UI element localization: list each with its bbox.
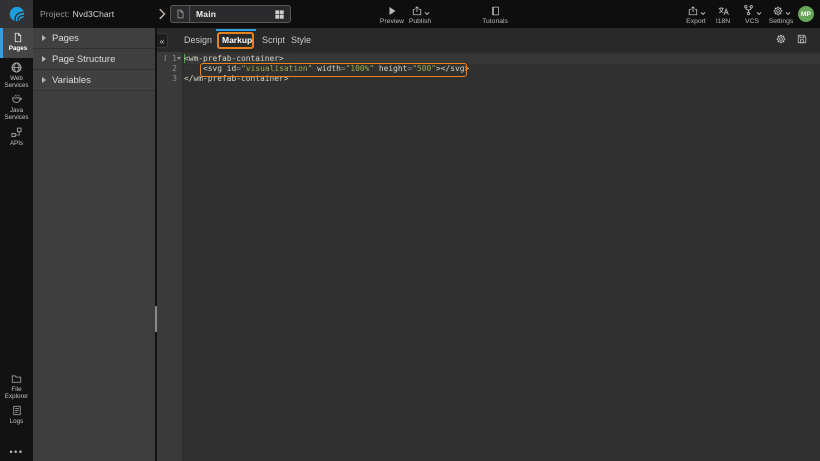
settings-chevron-icon: [785, 11, 791, 16]
rail-item-logs[interactable]: Logs: [0, 404, 33, 430]
code-editor[interactable]: i 1 2 3 <wm-prefab-container> ··· ····<s…: [157, 52, 820, 461]
fold-caret-icon[interactable]: [177, 57, 181, 60]
page-tab-main[interactable]: Main: [170, 5, 291, 23]
rail-label-web-services: Web Services: [2, 76, 32, 89]
export-icon: [687, 5, 699, 17]
project-label: Project: Nvd3Chart: [40, 0, 114, 28]
vcs-chevron-icon: [756, 11, 762, 16]
pages-icon: [12, 31, 24, 44]
code-line-annotation-box: [200, 63, 467, 77]
branch-icon: [742, 4, 755, 17]
settings-label: Settings: [769, 18, 794, 25]
rail-item-apis[interactable]: APIs: [0, 126, 33, 152]
rail-item-file-explorer[interactable]: File Explorer: [0, 373, 33, 403]
settings-button[interactable]: Settings: [766, 0, 796, 28]
tab-script[interactable]: Script: [262, 28, 285, 52]
trailing-whitespace-dots: ··: [469, 64, 483, 73]
preview-label: Preview: [380, 18, 404, 25]
save-button[interactable]: [796, 33, 808, 45]
file-explorer-icon: [10, 373, 23, 385]
export-label: Export: [686, 18, 706, 25]
editor-toolbar: « Design Markup Script Style: [157, 28, 820, 52]
code-token: <wm-prefab-container>: [184, 54, 284, 63]
collapse-panel-button[interactable]: «: [157, 33, 168, 48]
wavemaker-logo-icon: [7, 4, 27, 24]
logs-icon: [11, 404, 23, 417]
rail-label-file-explorer: File Explorer: [2, 387, 32, 400]
translate-icon: [717, 5, 730, 17]
wavemaker-studio: Project: Nvd3Chart Main Preview: [0, 0, 820, 461]
markup-tab-annotation-box: [217, 32, 254, 50]
page-grid-icon[interactable]: [274, 9, 285, 20]
web-services-icon: [10, 61, 23, 74]
project-prefix: Project:: [40, 9, 70, 19]
rail-label-pages: Pages: [9, 46, 28, 53]
editor-pane: « Design Markup Script Style: [157, 28, 820, 461]
save-icon: [796, 33, 808, 45]
export-button[interactable]: Export: [682, 0, 710, 28]
rail-item-java-services[interactable]: Java Services: [0, 93, 33, 123]
tutorials-button[interactable]: Tutorials: [477, 0, 513, 28]
wavemaker-logo[interactable]: [0, 0, 33, 28]
book-icon: [490, 5, 501, 17]
publish-label: Publish: [409, 18, 431, 25]
rail-label-java-services: Java Services: [2, 108, 32, 121]
preview-button[interactable]: Preview: [378, 0, 406, 28]
accordion-variables-label: Variables: [52, 75, 91, 86]
code-line-1: <wm-prefab-container> ···: [184, 54, 303, 64]
trailing-whitespace-dots: ···: [284, 54, 303, 63]
editor-gear-icon: [775, 33, 787, 45]
caret-right-icon: [42, 56, 46, 62]
play-icon: [386, 5, 398, 17]
tab-design[interactable]: Design: [184, 28, 212, 52]
accordion-variables[interactable]: Variables: [33, 70, 155, 91]
rail-item-pages[interactable]: Pages: [0, 28, 33, 58]
vcs-label: VCS: [745, 18, 759, 25]
breadcrumb-chevron-icon: [158, 8, 166, 20]
gear-icon: [772, 5, 784, 17]
caret-right-icon: [42, 77, 46, 83]
line-number-2: 2: [172, 64, 177, 74]
rail-label-logs: Logs: [10, 419, 24, 426]
editor-settings-button[interactable]: [775, 33, 787, 45]
publish-icon: [411, 5, 423, 17]
user-avatar[interactable]: MP: [798, 6, 814, 22]
tutorials-label: Tutorials: [482, 18, 508, 25]
accordion-page-structure[interactable]: Page Structure: [33, 49, 155, 70]
page-tab-label: Main: [196, 9, 216, 19]
publish-button[interactable]: Publish: [405, 0, 435, 28]
java-services-icon: [10, 93, 24, 106]
editor-gutter: i 1 2 3: [157, 52, 183, 461]
rail-item-web-services[interactable]: Web Services: [0, 61, 33, 91]
rail-label-apis: APIs: [10, 141, 23, 148]
vcs-button[interactable]: VCS: [740, 0, 764, 28]
page-icon[interactable]: [171, 6, 190, 22]
line-number-3: 3: [172, 74, 177, 84]
i18n-button[interactable]: I18N: [712, 0, 734, 28]
project-name: Nvd3Chart: [73, 9, 115, 19]
accordion-page-structure-label: Page Structure: [52, 54, 115, 65]
rail-more-button[interactable]: •••: [0, 447, 33, 457]
apis-icon: [10, 126, 23, 139]
accordion-pages-label: Pages: [52, 33, 79, 44]
publish-chevron-icon: [424, 11, 430, 16]
sidebar-rail: Pages Web Services Java Services: [0, 28, 33, 461]
top-bar: Project: Nvd3Chart Main Preview: [0, 0, 820, 28]
i18n-label: I18N: [716, 18, 730, 25]
accordion-pages[interactable]: Pages: [33, 28, 155, 49]
export-chevron-icon: [700, 11, 706, 16]
gutter-info-marker[interactable]: i: [164, 54, 167, 64]
left-panel: Pages Page Structure Variables: [33, 28, 157, 461]
caret-right-icon: [42, 35, 46, 41]
tab-style[interactable]: Style: [291, 28, 311, 52]
